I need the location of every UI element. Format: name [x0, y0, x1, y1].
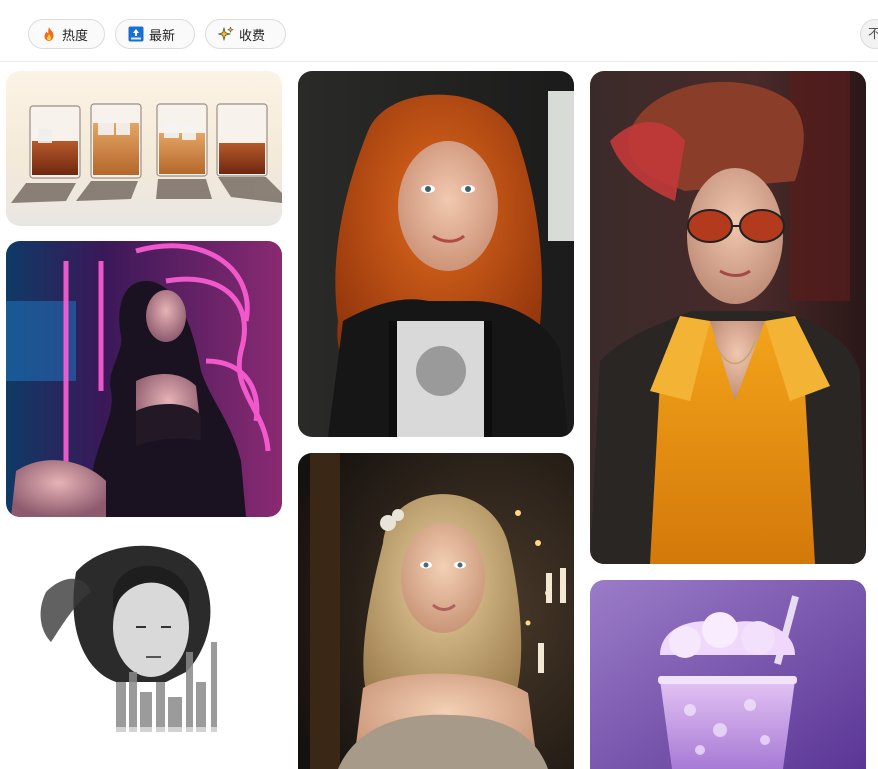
double-exposure-portrait-image — [6, 532, 282, 769]
blonde-woman-candles-image — [298, 453, 574, 769]
gallery-card-purple-drink[interactable] — [590, 580, 866, 769]
filter-chip-hot[interactable]: 热度 — [28, 19, 105, 49]
filter-chip-paid[interactable]: 收费 — [205, 19, 286, 49]
gallery-card-double-exposure[interactable] — [6, 532, 282, 769]
gallery-card-neon-woman[interactable] — [6, 241, 282, 517]
top-badge-icon — [128, 26, 144, 42]
sparkle-icon — [217, 26, 234, 42]
gallery-card-red-hair-woman[interactable] — [298, 71, 574, 437]
filter-chip-hot-label: 热度 — [62, 27, 89, 43]
filter-chip-more-label: 不 — [868, 26, 878, 41]
red-curly-hair-woman-image — [298, 71, 574, 437]
filter-chip-new-label: 最新 — [149, 27, 176, 43]
filter-bar: 热度 最新 收费 不 — [0, 0, 878, 62]
neon-woman-image — [6, 241, 282, 517]
fire-icon — [41, 26, 57, 42]
gallery-card-punk-woman[interactable] — [590, 71, 866, 564]
purple-slush-drink-image — [590, 580, 866, 769]
filter-chip-new[interactable]: 最新 — [115, 19, 195, 49]
filter-chip-paid-label: 收费 — [239, 27, 266, 43]
gallery-card-whiskey-glasses[interactable] — [6, 71, 282, 226]
punk-woman-orange-shirt-image — [590, 71, 866, 564]
filter-chip-more[interactable]: 不 — [860, 19, 878, 49]
whiskey-glasses-image — [6, 71, 282, 226]
gallery-card-blonde-woman[interactable] — [298, 453, 574, 769]
